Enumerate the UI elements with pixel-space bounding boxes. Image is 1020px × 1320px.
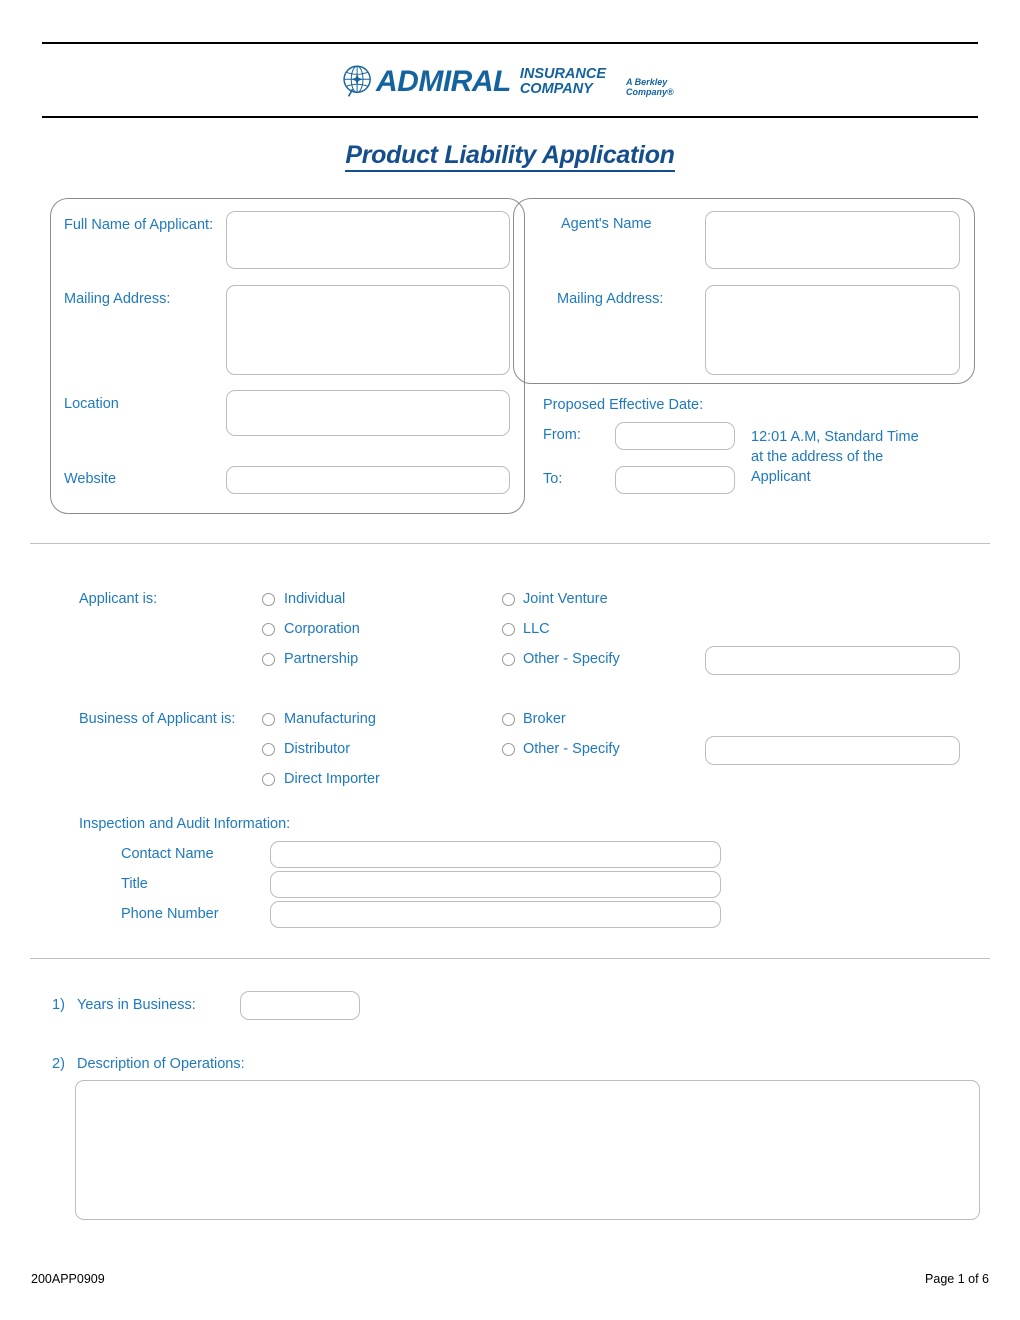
effective-date-note-line2: at the address of the xyxy=(751,449,884,465)
effective-date-note-line1: 12:01 A.M, Standard Time xyxy=(751,429,919,445)
location-input[interactable] xyxy=(226,390,510,436)
logo-line-company: COMPANY xyxy=(519,81,593,97)
inspection-title-label: Title xyxy=(121,876,148,892)
label-business-broker: Broker xyxy=(523,711,566,727)
radio-business-broker[interactable] xyxy=(502,713,515,726)
page-title-text: Product Liability Application xyxy=(345,141,675,172)
inspection-contact-name-label: Contact Name xyxy=(121,846,214,862)
radio-applicant-individual[interactable] xyxy=(262,593,275,606)
inspection-phone-number-input[interactable] xyxy=(270,901,721,928)
full-name-label: Full Name of Applicant: xyxy=(64,217,214,233)
radio-business-manufacturing[interactable] xyxy=(262,713,275,726)
effective-from-label: From: xyxy=(543,427,581,443)
applicant-is-label: Applicant is: xyxy=(79,591,158,607)
page-title: Product Liability Application xyxy=(0,141,1020,172)
label-business-direct-importer: Direct Importer xyxy=(284,771,380,787)
effective-date-note-line3: Applicant xyxy=(751,469,811,485)
label-business-distributor: Distributor xyxy=(284,741,351,757)
effective-to-input[interactable] xyxy=(615,466,735,494)
footer-form-code: 200APP0909 xyxy=(31,1272,105,1286)
question-2-number: 2) xyxy=(52,1056,65,1072)
applicant-other-specify-input[interactable] xyxy=(705,646,960,675)
radio-applicant-partnership[interactable] xyxy=(262,653,275,666)
radio-applicant-llc[interactable] xyxy=(502,623,515,636)
section-divider-2 xyxy=(30,958,990,959)
website-input[interactable] xyxy=(226,466,510,494)
radio-applicant-corporation[interactable] xyxy=(262,623,275,636)
effective-date-heading: Proposed Effective Date: xyxy=(543,397,704,413)
inspection-heading: Inspection and Audit Information: xyxy=(79,816,291,832)
years-in-business-input[interactable] xyxy=(240,991,360,1020)
header-rule-top xyxy=(42,42,978,44)
label-applicant-other: Other - Specify xyxy=(523,651,620,667)
label-applicant-joint-venture: Joint Venture xyxy=(523,591,608,607)
logo-tagline: A Berkley Company® xyxy=(626,76,674,97)
label-business-manufacturing: Manufacturing xyxy=(284,711,376,727)
header-rule-bottom xyxy=(42,116,978,118)
applicant-mailing-address-input[interactable] xyxy=(226,285,510,375)
radio-business-other[interactable] xyxy=(502,743,515,756)
inspection-title-input[interactable] xyxy=(270,871,721,898)
applicant-mailing-address-label: Mailing Address: xyxy=(64,291,171,307)
label-applicant-llc: LLC xyxy=(523,621,550,637)
agent-mailing-address-label: Mailing Address: xyxy=(557,291,664,307)
business-other-specify-input[interactable] xyxy=(705,736,960,765)
website-label: Website xyxy=(64,471,117,487)
agent-mailing-address-input[interactable] xyxy=(705,285,960,375)
document-page: ADMIRAL INSURANCE COMPANY A Berkley Comp… xyxy=(0,0,1020,1320)
description-of-operations-textarea[interactable] xyxy=(75,1080,980,1220)
agent-name-label: Agent's Name xyxy=(561,216,652,232)
label-applicant-corporation: Corporation xyxy=(284,621,360,637)
radio-business-distributor[interactable] xyxy=(262,743,275,756)
radio-applicant-joint-venture[interactable] xyxy=(502,593,515,606)
logo-brand: ADMIRAL xyxy=(376,65,511,98)
globe-icon xyxy=(343,65,371,97)
inspection-contact-name-input[interactable] xyxy=(270,841,721,868)
radio-business-direct-importer[interactable] xyxy=(262,773,275,786)
effective-to-label: To: xyxy=(543,471,563,487)
section-divider-1 xyxy=(30,543,990,544)
label-applicant-partnership: Partnership xyxy=(284,651,359,667)
footer-page-number: Page 1 of 6 xyxy=(925,1272,989,1286)
radio-applicant-other[interactable] xyxy=(502,653,515,666)
full-name-input[interactable] xyxy=(226,211,510,269)
question-2-label: Description of Operations: xyxy=(77,1056,245,1072)
logo-line-insurance: INSURANCE xyxy=(519,66,607,83)
inspection-phone-number-label: Phone Number xyxy=(121,906,219,922)
admiral-logo: ADMIRAL INSURANCE COMPANY A Berkley Comp… xyxy=(340,56,700,108)
agent-name-input[interactable] xyxy=(705,211,960,269)
label-applicant-individual: Individual xyxy=(284,591,346,607)
question-1-label: Years in Business: xyxy=(77,997,196,1013)
question-1-number: 1) xyxy=(52,997,65,1013)
business-is-label: Business of Applicant is: xyxy=(79,711,236,727)
label-business-other: Other - Specify xyxy=(523,741,620,757)
effective-from-input[interactable] xyxy=(615,422,735,450)
location-label: Location xyxy=(64,396,119,412)
